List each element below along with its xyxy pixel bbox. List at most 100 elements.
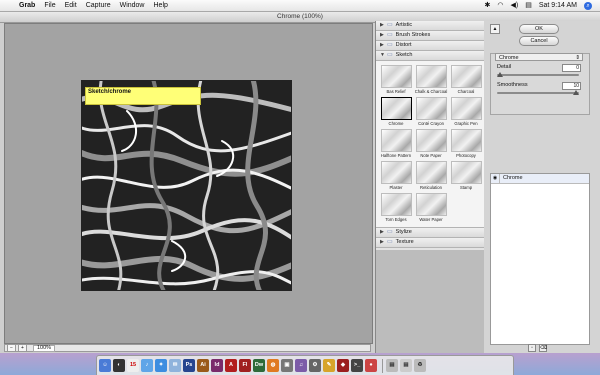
menu-help[interactable]: Help <box>154 0 168 11</box>
layer-buttons: ▫ ⌫ <box>528 344 547 352</box>
smoothness-slider[interactable] <box>497 90 579 95</box>
itunes-icon[interactable]: ♪ <box>141 359 153 372</box>
menu-app[interactable]: Grab <box>19 0 35 11</box>
smoothness-value-field[interactable]: 10 <box>562 82 581 90</box>
settings-panel: ▲ OK Cancel Chrome ⇕ Detail 0 Smoothness … <box>484 21 600 353</box>
category-artistic[interactable]: ▶ ▭ Artistic <box>376 21 484 31</box>
category-label: Sketch <box>395 52 413 58</box>
category-texture[interactable]: ▶ ▭ Texture <box>376 238 484 248</box>
detail-slider-knob[interactable] <box>497 72 503 77</box>
detail-slider[interactable] <box>497 72 579 77</box>
filter-thumb-note-paper[interactable]: Note Paper <box>414 129 448 161</box>
zoom-level[interactable]: 100% <box>33 344 56 352</box>
filter-preview-icon <box>380 161 412 184</box>
menu-bar: Grab File Edit Capture Window Help ✱ ◠ ◀… <box>0 0 600 12</box>
smoothness-slider-knob[interactable] <box>573 90 579 95</box>
document-icon[interactable]: ▤ <box>386 359 398 372</box>
safari-icon[interactable]: ✦ <box>155 359 167 372</box>
indesign-icon[interactable]: Id <box>211 359 223 372</box>
filter-thumb-torn-edges[interactable]: Torn Edges <box>379 193 413 225</box>
filter-thumb-photocopy[interactable]: Photocopy <box>449 129 483 161</box>
photoshop-icon[interactable]: Ps <box>183 359 195 372</box>
filter-thumb-graphic-pen[interactable]: Graphic Pen <box>449 97 483 129</box>
itunes-music-icon[interactable]: ♫ <box>295 359 307 372</box>
folder-icon: ▭ <box>387 239 393 245</box>
category-label: Artistic <box>395 22 413 28</box>
filter-preview-icon <box>415 65 447 88</box>
filter-thumb-stamp[interactable]: Stamp <box>449 161 483 193</box>
filter-settings-group: Chrome ⇕ Detail 0 Smoothness 10 <box>490 53 590 115</box>
detail-label: Detail <box>497 64 512 70</box>
filter-preview-icon <box>415 129 447 152</box>
finder-icon[interactable]: ☺ <box>99 359 111 372</box>
collapse-gallery-button[interactable]: ▲ <box>490 24 500 34</box>
disclosure-right-icon: ▶ <box>380 42 384 48</box>
gallery-empty-space <box>376 250 484 353</box>
app-icon-3[interactable]: ● <box>365 359 377 372</box>
filter-thumb-chrome[interactable]: Chrome <box>379 97 413 129</box>
filter-thumb-charcoal[interactable]: Charcoal <box>449 65 483 97</box>
illustrator-icon[interactable]: Ai <box>197 359 209 372</box>
mail-icon[interactable]: ✉ <box>169 359 181 372</box>
flag-icon[interactable]: ▤ <box>525 0 532 11</box>
preview-area[interactable]: Sketch/chrome <box>4 23 373 344</box>
filter-thumb-conte-crayon[interactable]: Conté Crayon <box>414 97 448 129</box>
ical-icon[interactable]: 15 <box>127 359 139 372</box>
cancel-button[interactable]: Cancel <box>519 36 559 46</box>
firefox-icon[interactable]: ◍ <box>267 359 279 372</box>
filter-label: Plaster <box>389 185 403 190</box>
effect-layer-row[interactable]: ◉ Chrome <box>491 174 589 184</box>
folder-icon: ▭ <box>387 22 393 28</box>
disclosure-right-icon: ▶ <box>380 229 384 235</box>
filter-select[interactable]: Chrome ⇕ <box>495 53 583 61</box>
filter-preview-icon <box>380 129 412 152</box>
app-icon-2[interactable]: ◆ <box>337 359 349 372</box>
app-icon[interactable]: ✎ <box>323 359 335 372</box>
dreamweaver-icon[interactable]: Dw <box>253 359 265 372</box>
apple-menu-icon[interactable] <box>5 2 13 10</box>
disclosure-right-icon: ▶ <box>380 32 384 38</box>
ok-button[interactable]: OK <box>519 24 559 34</box>
acrobat-icon[interactable]: A <box>225 359 237 372</box>
category-sketch[interactable]: ▼ ▭ Sketch <box>376 51 484 61</box>
dashboard-icon[interactable]: ◐ <box>113 359 125 372</box>
disclosure-right-icon: ▶ <box>380 22 384 28</box>
terminal-icon[interactable]: >_ <box>351 359 363 372</box>
delete-effect-layer-icon[interactable]: ⌫ <box>539 344 547 352</box>
new-effect-layer-icon[interactable]: ▫ <box>528 344 536 352</box>
menu-capture[interactable]: Capture <box>86 0 111 11</box>
zoom-in-button[interactable]: + <box>18 344 27 352</box>
menu-edit[interactable]: Edit <box>65 0 77 11</box>
category-distort[interactable]: ▶ ▭ Distort <box>376 41 484 51</box>
menu-window[interactable]: Window <box>120 0 145 11</box>
filter-thumb-reticulation[interactable]: Reticulation <box>414 161 448 193</box>
detail-value-field[interactable]: 0 <box>562 64 581 72</box>
filter-thumb-bas-relief[interactable]: Bas Relief <box>379 65 413 97</box>
filter-label: Photocopy <box>456 153 476 158</box>
category-label: Stylize <box>395 229 412 235</box>
category-stylize[interactable]: ▶ ▭ Stylize <box>376 228 484 238</box>
zoom-out-button[interactable]: − <box>7 344 16 352</box>
filter-thumb-halftone-pattern[interactable]: Halftone Pattern <box>379 129 413 161</box>
spotlight-icon[interactable]: ⌕ <box>584 1 592 10</box>
system-prefs-icon[interactable]: ⚙ <box>309 359 321 372</box>
airport-icon[interactable]: ◠ <box>497 0 503 11</box>
volume-icon[interactable]: ◀) <box>511 0 519 11</box>
flash-icon[interactable]: Fl <box>239 359 251 372</box>
category-label: Texture <box>395 239 414 245</box>
folder-icon: ▭ <box>387 42 393 48</box>
filter-thumb-plaster[interactable]: Plaster <box>379 161 413 193</box>
filter-thumb-chalk-charcoal[interactable]: Chalk & Charcoal <box>414 65 448 97</box>
eye-icon[interactable]: ◉ <box>491 174 500 183</box>
chrome-texture-icon <box>82 81 291 290</box>
menu-file[interactable]: File <box>44 0 55 11</box>
filter-label: Stamp <box>459 185 473 190</box>
preview-app-icon[interactable]: ▣ <box>281 359 293 372</box>
bluetooth-icon[interactable]: ✱ <box>485 0 491 11</box>
menu-clock[interactable]: Sat 9:14 AM <box>539 0 577 11</box>
filter-label: Conté Crayon <box>418 121 444 126</box>
document-icon-2[interactable]: ▤ <box>400 359 412 372</box>
trash-icon[interactable]: ♻ <box>414 359 426 372</box>
filter-thumb-water-paper[interactable]: Water Paper <box>414 193 448 225</box>
category-brush-strokes[interactable]: ▶ ▭ Brush Strokes <box>376 31 484 41</box>
